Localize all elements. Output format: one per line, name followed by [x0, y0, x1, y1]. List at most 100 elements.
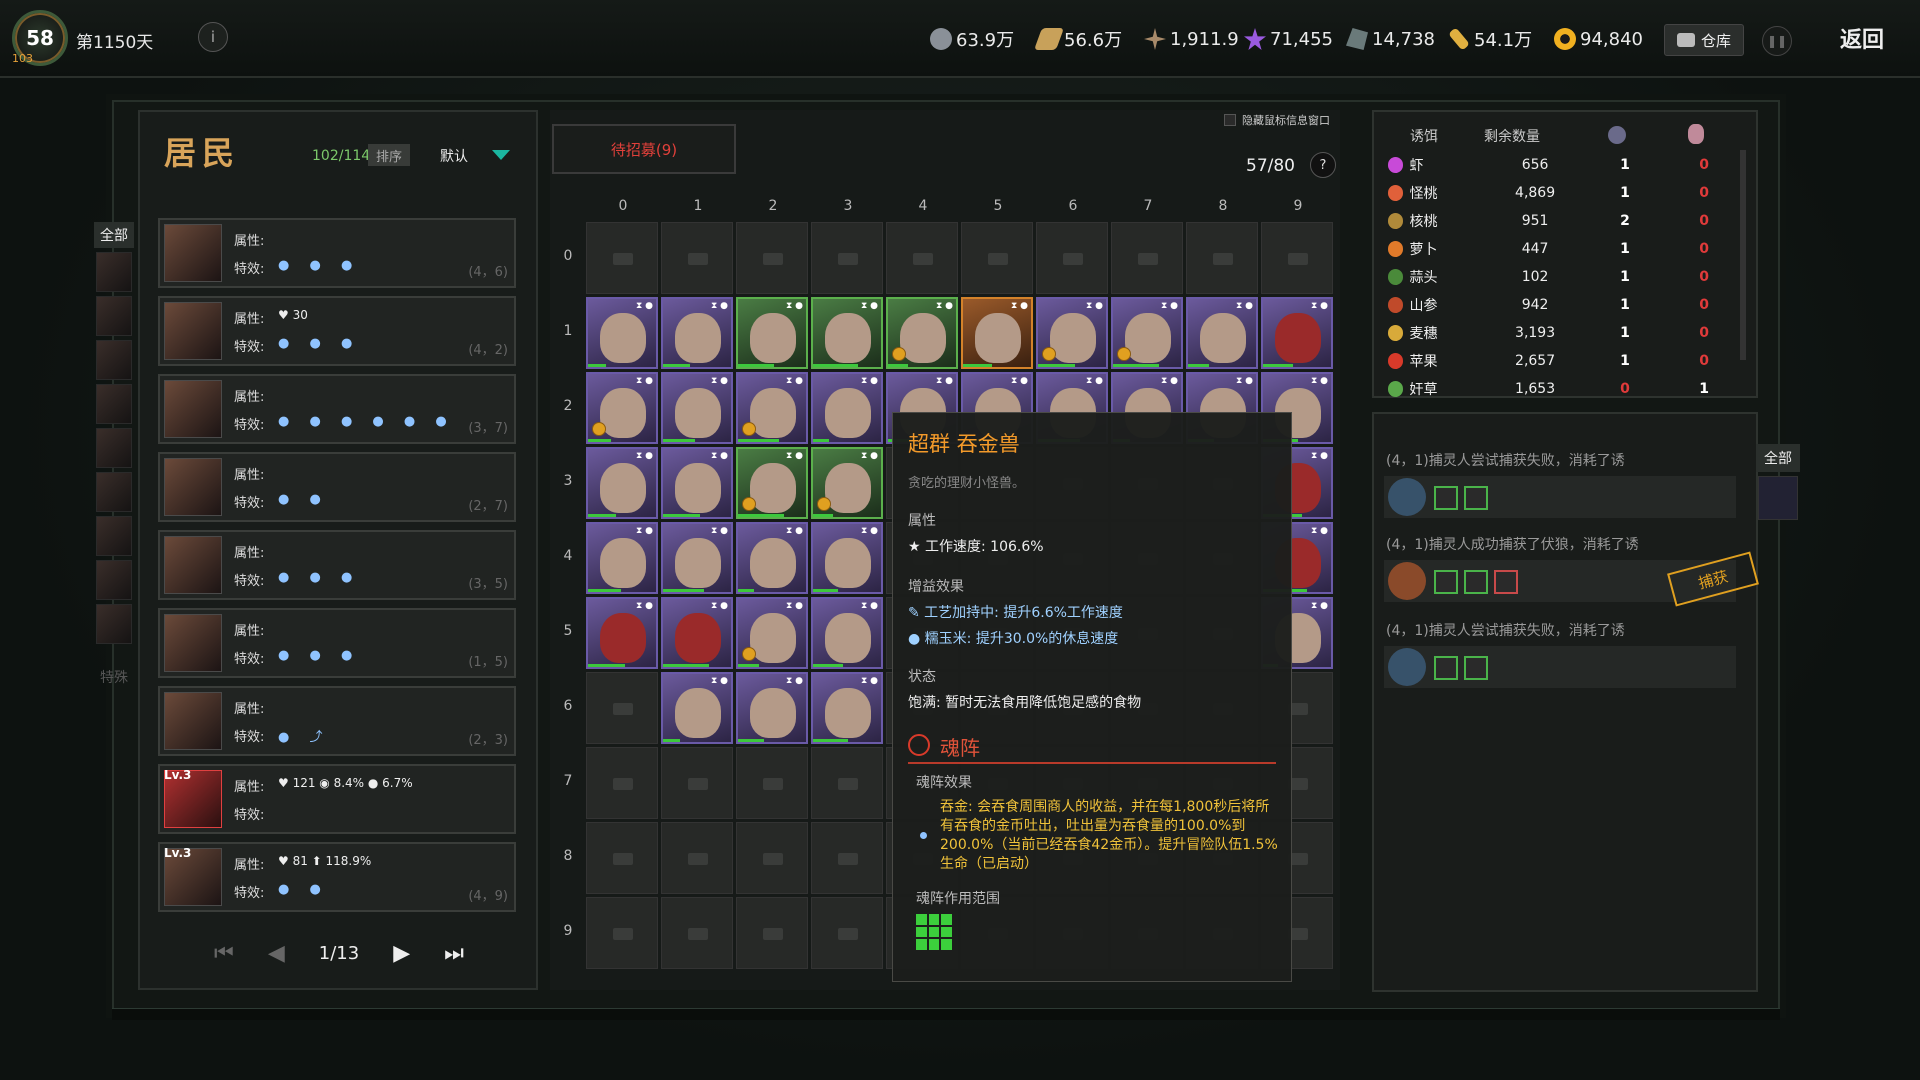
resident-row[interactable]: 属性: 特效: ● ● ● (4，6) [158, 218, 516, 288]
grid-cell-empty[interactable] [736, 897, 808, 969]
grid-cell-resident[interactable]: ⧗ ● [736, 597, 808, 669]
grid-cell-empty[interactable] [661, 897, 733, 969]
resident-row[interactable]: 属性: ♥ 30 特效: ● ● ● (4，2) [158, 296, 516, 366]
warehouse-button[interactable]: 仓库 [1664, 24, 1744, 56]
grid-cell-resident[interactable]: ⧗ ● [586, 522, 658, 594]
grid-cell-empty[interactable] [736, 747, 808, 819]
sort-button[interactable]: 排序 [368, 144, 410, 166]
grid-cell-resident[interactable]: ⧗ ● [811, 372, 883, 444]
grid-cell-empty[interactable] [961, 222, 1033, 294]
grid-cell-empty[interactable] [811, 822, 883, 894]
last-page-icon[interactable]: ⏭ [444, 941, 464, 966]
grid-cell-empty[interactable] [1186, 222, 1258, 294]
category-special-tab[interactable]: 特殊 [94, 662, 134, 692]
grid-cell-empty[interactable] [586, 822, 658, 894]
resident-row[interactable]: 属性: 特效: ● ⤴ (2，3) [158, 686, 516, 756]
pause-button[interactable]: ❚❚ [1762, 26, 1792, 56]
help-button[interactable]: ? [1310, 152, 1336, 178]
grid-cell-resident[interactable]: ⧗ ● [811, 297, 883, 369]
grid-cell-resident[interactable]: ⧗ ● [736, 672, 808, 744]
grid-cell-resident[interactable]: ⧗ ● [661, 447, 733, 519]
sort-value[interactable]: 默认 [440, 146, 468, 166]
grid-cell-resident[interactable]: ⧗ ● [586, 597, 658, 669]
resource-coin[interactable]: 94,840 [1554, 26, 1643, 52]
grid-cell-resident[interactable]: ⧗ ● [961, 297, 1033, 369]
grid-cell-resident[interactable]: ⧗ ● [1261, 297, 1333, 369]
resource-scroll[interactable]: 54.1万 [1448, 26, 1532, 52]
bait-row[interactable]: 山参 942 1 0 [1388, 292, 1738, 318]
grid-cell-resident[interactable]: ⧗ ● [736, 297, 808, 369]
grid-cell-empty[interactable] [661, 747, 733, 819]
grid-cell-resident[interactable]: ⧗ ● [586, 447, 658, 519]
log-entry-row[interactable] [1384, 646, 1736, 688]
grid-cell-resident[interactable]: ⧗ ● [586, 372, 658, 444]
grid-cell-resident[interactable]: ⧗ ● [661, 672, 733, 744]
hide-tooltip-toggle[interactable]: 隐藏鼠标信息窗口 [1224, 112, 1330, 128]
grid-cell-empty[interactable] [811, 222, 883, 294]
grid-cell-resident[interactable]: ⧗ ● [736, 522, 808, 594]
first-page-icon[interactable]: ⏮ [214, 941, 234, 966]
grid-cell-resident[interactable]: ⧗ ● [811, 672, 883, 744]
grid-cell-resident[interactable]: ⧗ ● [661, 522, 733, 594]
bait-row[interactable]: 虾 656 1 0 [1388, 152, 1738, 178]
resident-row[interactable]: Lv.3 属性: ♥ 121 ◉ 8.4% ● 6.7% 特效: [158, 764, 516, 834]
grid-cell-resident[interactable]: ⧗ ● [811, 447, 883, 519]
resource-stone[interactable]: 63.9万 [930, 26, 1014, 52]
log-entry-row[interactable] [1384, 476, 1736, 518]
category-all-tab[interactable]: 全部 [94, 222, 134, 248]
info-button[interactable]: i [198, 22, 228, 52]
next-page-icon[interactable]: ▶ [393, 941, 410, 966]
resource-wood[interactable]: 56.6万 [1033, 26, 1122, 52]
log-category-thumb[interactable] [1758, 476, 1798, 520]
grid-cell-empty[interactable] [586, 897, 658, 969]
back-button[interactable]: 返回 [1840, 22, 1884, 54]
bait-row[interactable]: 苹果 2,657 1 0 [1388, 348, 1738, 374]
grid-cell-resident[interactable]: ⧗ ● [1036, 297, 1108, 369]
resident-row[interactable]: 属性: 特效: ● ● ● ● ● ● (3，7) [158, 374, 516, 444]
category-thumb[interactable] [96, 560, 132, 600]
grid-cell-resident[interactable]: ⧗ ● [736, 447, 808, 519]
log-category-all-tab[interactable]: 全部 [1756, 444, 1800, 472]
bait-row[interactable]: 麦穗 3,193 1 0 [1388, 320, 1738, 346]
bait-row[interactable]: 奸草 1,653 0 1 [1388, 376, 1738, 402]
grid-cell-empty[interactable] [661, 222, 733, 294]
grid-cell-resident[interactable]: ⧗ ● [1186, 297, 1258, 369]
grid-cell-empty[interactable] [1261, 222, 1333, 294]
grid-cell-empty[interactable] [811, 897, 883, 969]
grid-cell-empty[interactable] [586, 747, 658, 819]
resource-tool[interactable]: 1,911.9 [1144, 26, 1239, 52]
grid-cell-empty[interactable] [586, 222, 658, 294]
category-thumb[interactable] [96, 428, 132, 468]
grid-cell-resident[interactable]: ⧗ ● [811, 522, 883, 594]
bait-row[interactable]: 怪桃 4,869 1 0 [1388, 180, 1738, 206]
resident-row[interactable]: 属性: 特效: ● ● (2，7) [158, 452, 516, 522]
category-thumb[interactable] [96, 252, 132, 292]
bait-row[interactable]: 核桃 951 2 0 [1388, 208, 1738, 234]
grid-cell-empty[interactable] [586, 672, 658, 744]
prev-page-icon[interactable]: ◀ [268, 941, 285, 966]
bait-row[interactable]: 蒜头 102 1 0 [1388, 264, 1738, 290]
grid-cell-empty[interactable] [736, 822, 808, 894]
grid-cell-resident[interactable]: ⧗ ● [661, 372, 733, 444]
pending-recruit-button[interactable]: 待招募(9) [552, 124, 736, 174]
grid-cell-resident[interactable]: ⧗ ● [886, 297, 958, 369]
grid-cell-resident[interactable]: ⧗ ● [586, 297, 658, 369]
grid-cell-empty[interactable] [736, 222, 808, 294]
resident-row[interactable]: Lv.3 属性: ♥ 81 ⬆ 118.9% 特效: ● ● (4，9) [158, 842, 516, 912]
grid-cell-empty[interactable] [661, 822, 733, 894]
category-thumb[interactable] [96, 516, 132, 556]
grid-cell-empty[interactable] [1111, 222, 1183, 294]
category-thumb[interactable] [96, 340, 132, 380]
resource-crystal[interactable]: 71,455 [1244, 26, 1333, 52]
category-thumb[interactable] [96, 604, 132, 644]
grid-cell-resident[interactable]: ⧗ ● [661, 297, 733, 369]
category-thumb[interactable] [96, 296, 132, 336]
category-thumb[interactable] [96, 384, 132, 424]
grid-cell-resident[interactable]: ⧗ ● [1111, 297, 1183, 369]
grid-cell-empty[interactable] [811, 747, 883, 819]
resident-row[interactable]: 属性: 特效: ● ● ● (1，5) [158, 608, 516, 678]
grid-cell-empty[interactable] [886, 222, 958, 294]
chevron-down-icon[interactable] [492, 150, 510, 160]
grid-cell-resident[interactable]: ⧗ ● [736, 372, 808, 444]
bait-row[interactable]: 萝卜 447 1 0 [1388, 236, 1738, 262]
